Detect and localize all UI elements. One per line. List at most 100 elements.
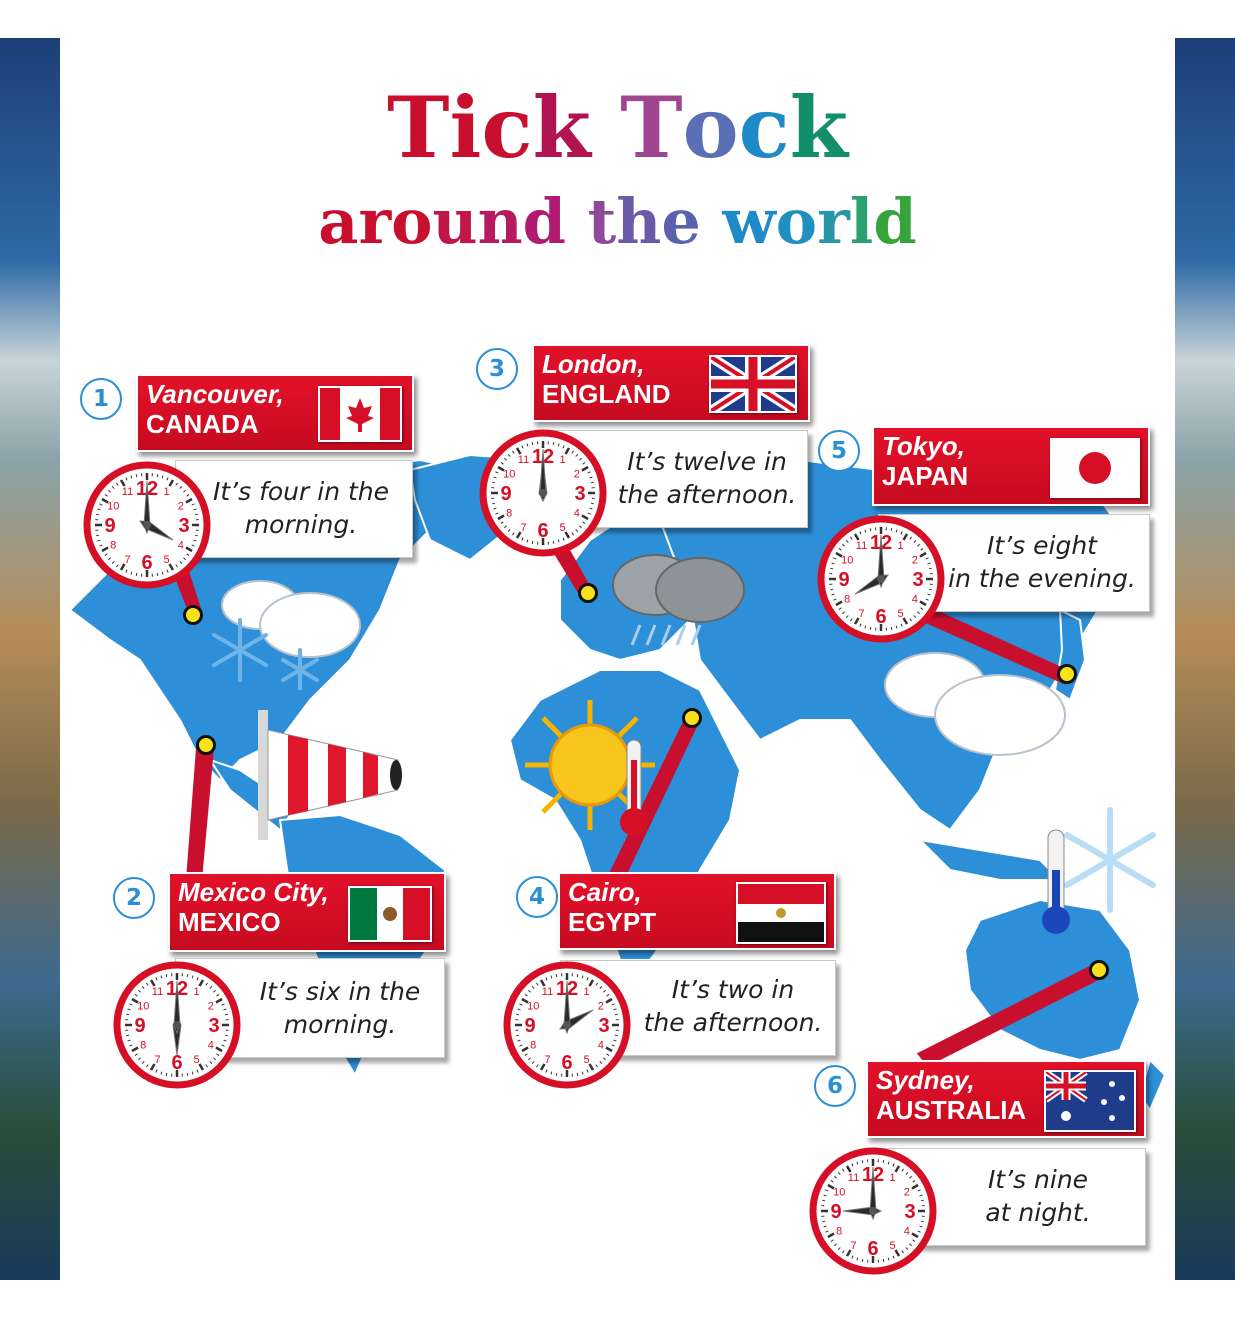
clock-number: 10 <box>137 1001 149 1013</box>
clock-number: 8 <box>530 1040 536 1052</box>
location-number-badge: 1 <box>80 378 122 420</box>
clock-tick <box>531 442 534 446</box>
clock-number: 5 <box>889 1240 895 1252</box>
clock-number: 5 <box>583 1054 589 1066</box>
clock-number: 9 <box>104 515 115 537</box>
clock-number: 2 <box>912 555 918 567</box>
clock-tick <box>882 1258 885 1262</box>
windsock-icon <box>258 710 402 840</box>
clock-number: 4 <box>178 540 184 552</box>
clock-tick <box>890 528 893 532</box>
city-label-mexico-city: Mexico City, MEXICO <box>168 872 446 952</box>
clock-tick <box>555 974 558 978</box>
pin-london[interactable] <box>578 583 598 603</box>
city-label-cairo: Cairo, EGYPT <box>558 872 836 950</box>
rain-cloud-icon <box>612 554 745 646</box>
clock-tick <box>165 974 168 978</box>
clock-tick <box>186 1072 189 1076</box>
clock-number: 10 <box>841 555 853 567</box>
clock-tick <box>822 1220 826 1223</box>
pin-vancouver[interactable] <box>183 605 203 625</box>
australia-flag <box>1044 1070 1136 1132</box>
pin-tokyo[interactable] <box>1057 664 1077 684</box>
clock-tick <box>861 1160 864 1164</box>
clock-tick <box>96 534 100 537</box>
clock-number: 3 <box>912 569 923 591</box>
clock-number: 11 <box>856 540 867 552</box>
clock-tick <box>135 474 138 478</box>
city-label-london: London, ENGLAND <box>532 344 810 422</box>
clock-number: 6 <box>561 1052 572 1074</box>
clock-tick <box>882 1160 885 1164</box>
canada-flag <box>318 386 402 442</box>
clock-tick <box>928 588 932 591</box>
clock-number: 7 <box>154 1054 160 1066</box>
location-number-badge: 4 <box>516 876 558 918</box>
clock-number: 6 <box>141 552 152 574</box>
clock-number: 9 <box>500 483 511 505</box>
clock-number: 2 <box>178 501 184 513</box>
clock-number: 1 <box>897 540 903 552</box>
union-jack-flag <box>709 355 797 413</box>
clock-sydney: 121234567891011 <box>808 1146 938 1276</box>
clock-number: 2 <box>208 1001 214 1013</box>
pin-cairo[interactable] <box>682 708 702 728</box>
pin-mexico-city[interactable] <box>196 735 216 755</box>
snow-cloud-icon <box>212 580 361 690</box>
clock-number: 6 <box>875 606 886 628</box>
pin-sydney[interactable] <box>1089 960 1109 980</box>
clock-number: 8 <box>140 1040 146 1052</box>
clock-number: 2 <box>574 469 580 481</box>
clock-tick <box>492 481 496 484</box>
cloud-icon <box>884 652 1066 756</box>
city-label-tokyo: Tokyo, JAPAN <box>872 426 1150 506</box>
sun-thermometer-icon <box>525 700 655 836</box>
clock-tick <box>224 1013 228 1016</box>
clock-number: 1 <box>889 1172 895 1184</box>
clock-tick <box>165 1072 168 1076</box>
location-number-badge: 3 <box>476 348 518 390</box>
clock-number: 8 <box>836 1226 842 1238</box>
city-label-sydney: Sydney, AUSTRALIA <box>866 1060 1146 1138</box>
clock-number: 3 <box>178 515 189 537</box>
clock-number: 8 <box>506 508 512 520</box>
clock-number: 11 <box>122 486 133 498</box>
clock-number: 10 <box>107 501 119 513</box>
clock-cairo: 121234567891011 <box>502 960 632 1090</box>
clock-number: 11 <box>518 454 529 466</box>
clock-number: 4 <box>598 1040 604 1052</box>
clock-number: 8 <box>110 540 116 552</box>
clock-tick <box>531 540 534 544</box>
clock-center <box>563 1021 571 1029</box>
clock-number: 1 <box>559 454 565 466</box>
clock-london: 121234567891011 <box>478 428 608 558</box>
clock-center <box>173 1021 181 1029</box>
clock-center <box>143 521 151 529</box>
clock-number: 5 <box>559 522 565 534</box>
clock-number: 3 <box>574 483 585 505</box>
clock-number: 3 <box>598 1015 609 1037</box>
clock-number: 10 <box>833 1187 845 1199</box>
clock-number: 9 <box>524 1015 535 1037</box>
clock-tick <box>869 626 872 630</box>
clock-tick <box>830 567 834 570</box>
clock-tick <box>126 1013 130 1016</box>
location-number-badge: 6 <box>814 1065 856 1107</box>
clock-tick <box>869 528 872 532</box>
clock-tick <box>861 1258 864 1262</box>
clock-number: 7 <box>520 522 526 534</box>
clock-tick <box>590 481 594 484</box>
clock-vancouver: 121234567891011 <box>82 460 212 590</box>
clock-tick <box>552 540 555 544</box>
clock-center <box>539 489 547 497</box>
clock-tick <box>576 1072 579 1076</box>
clock-number: 1 <box>583 986 589 998</box>
japan-flag <box>1050 438 1140 498</box>
clock-tick <box>920 1220 924 1223</box>
clock-number: 4 <box>912 594 918 606</box>
clock-number: 9 <box>838 569 849 591</box>
clock-number: 4 <box>574 508 580 520</box>
clock-number: 3 <box>904 1201 915 1223</box>
clock-tick <box>194 513 198 516</box>
clock-tick <box>156 474 159 478</box>
